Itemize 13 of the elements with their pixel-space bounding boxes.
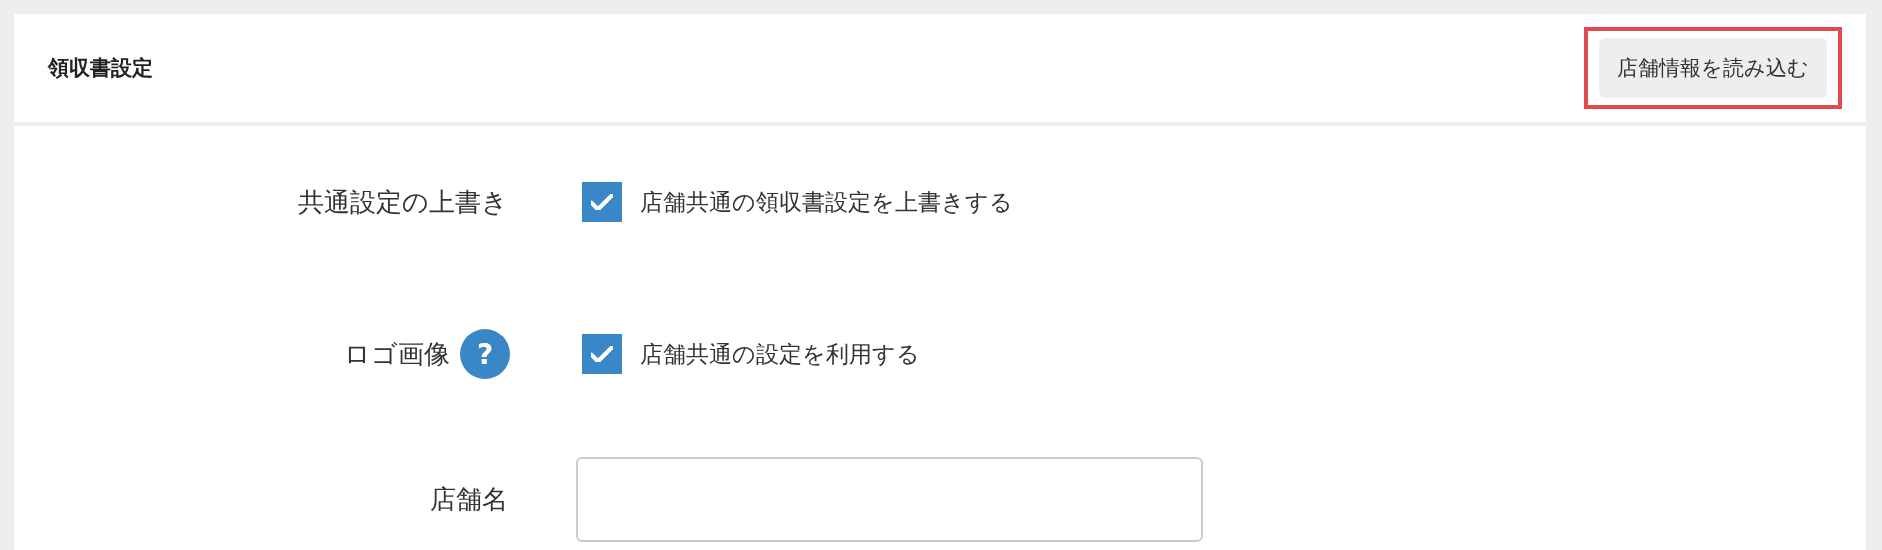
- checkbox-label: 店舗共通の設定を利用する: [640, 339, 920, 369]
- check-icon: [591, 346, 613, 362]
- checkbox-label: 店舗共通の領収書設定を上書きする: [640, 187, 1013, 217]
- field-label: 店舗名: [430, 483, 508, 516]
- checkbox[interactable]: [582, 182, 622, 222]
- checkbox[interactable]: [582, 334, 622, 374]
- field-label: 共通設定の上書き: [298, 185, 508, 219]
- store-name-input[interactable]: [576, 457, 1203, 542]
- help-icon[interactable]: ?: [460, 329, 510, 379]
- section-title: 領収書設定: [48, 55, 153, 82]
- field-label: ロゴ画像: [344, 337, 450, 371]
- check-icon: [591, 194, 613, 210]
- load-store-info-button[interactable]: 店舗情報を読み込む: [1599, 38, 1827, 98]
